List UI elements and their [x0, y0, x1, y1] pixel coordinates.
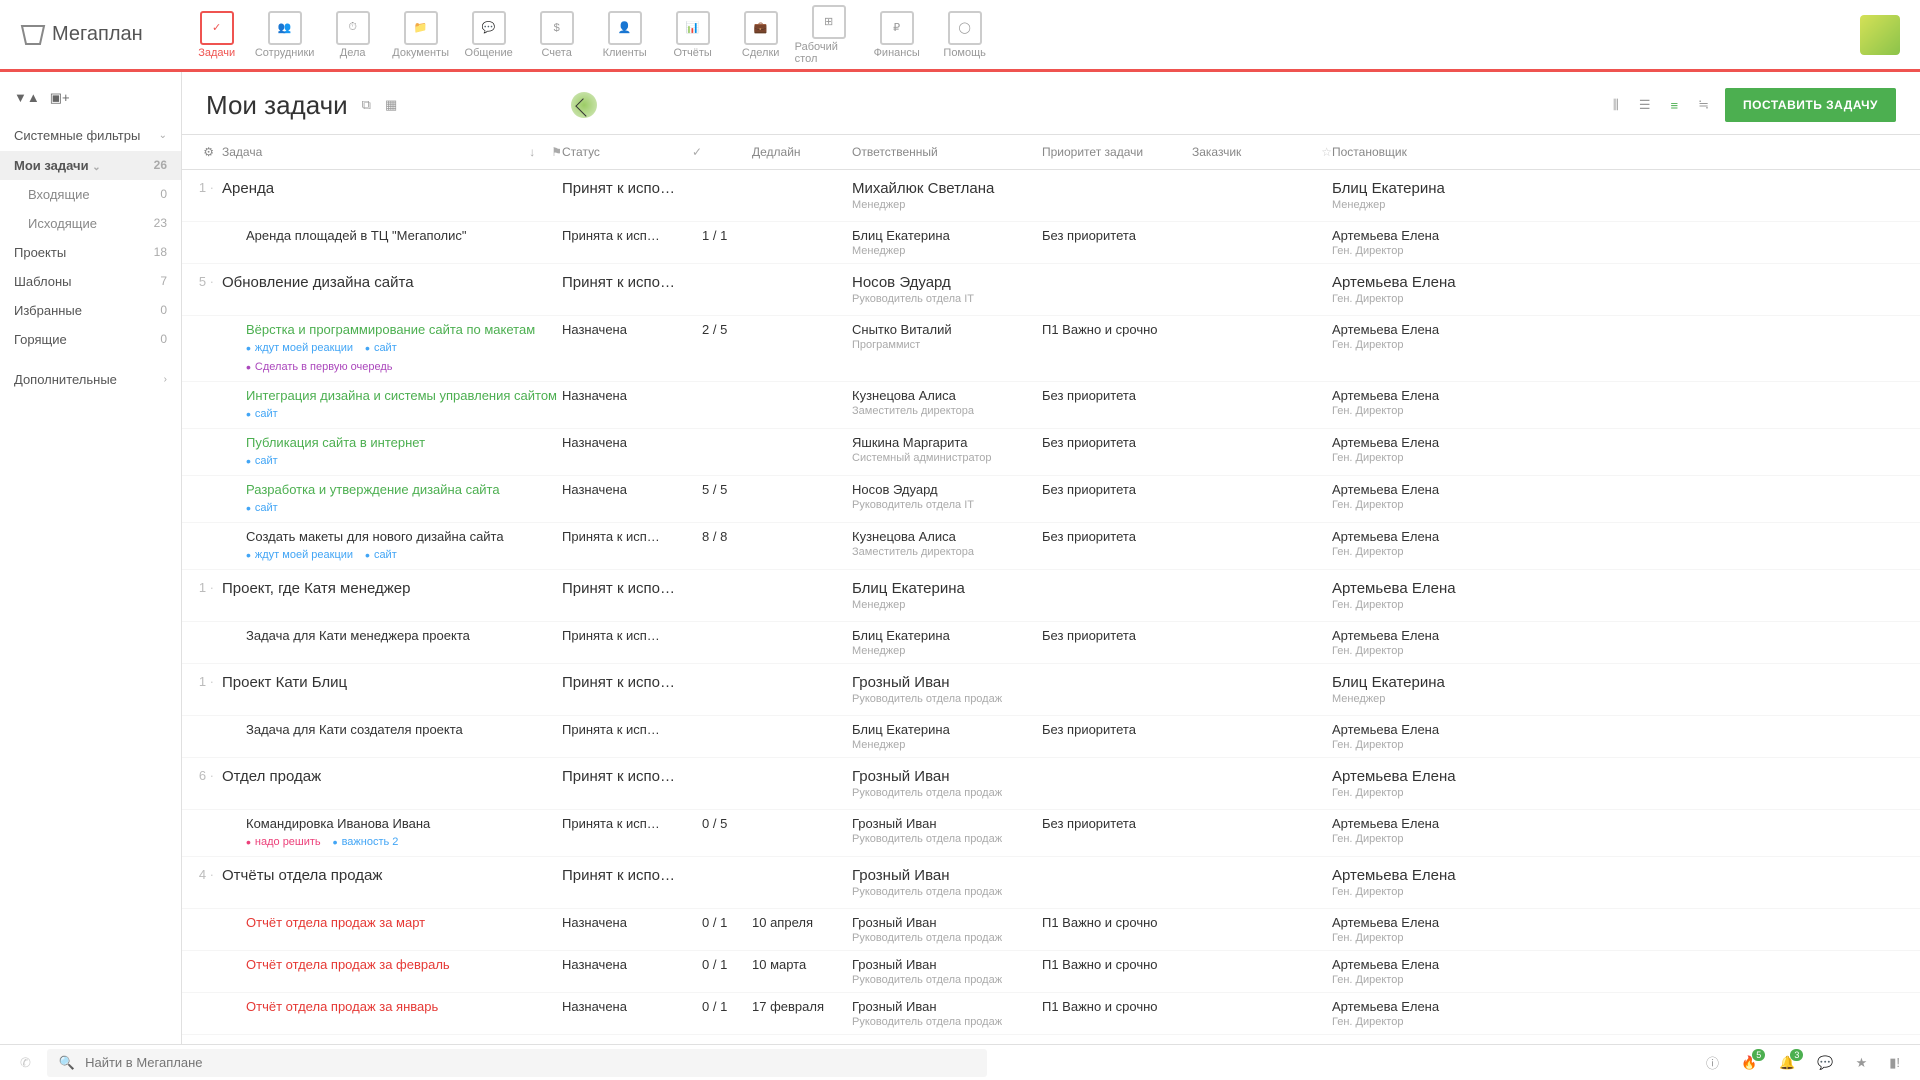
nav-Дела[interactable]: ⏱Дела [319, 5, 387, 65]
fire-icon[interactable]: 🔥5 [1741, 1055, 1757, 1071]
table-row[interactable]: 4 ·Отчёты отдела продажПринят к испо…Гро… [182, 857, 1920, 909]
table-row[interactable]: 1 ·Проект, где Катя менеджерПринят к исп… [182, 570, 1920, 622]
avatar[interactable] [1860, 15, 1900, 55]
search-icon: 🔍 [59, 1055, 75, 1071]
view-tree-icon[interactable]: ≡ [1667, 94, 1683, 117]
nav-Документы[interactable]: 📁Документы [387, 5, 455, 65]
topbar: Мегаплан ✓Задачи👥Сотрудники⏱Дела📁Докумен… [0, 0, 1920, 72]
chat-icon[interactable]: 💬 [1817, 1055, 1833, 1071]
table-row[interactable]: Публикация сайта в интернетсайтНазначена… [182, 429, 1920, 476]
main-nav: ✓Задачи👥Сотрудники⏱Дела📁Документы💬Общени… [183, 5, 999, 65]
feedback-icon[interactable]: ▮! [1889, 1055, 1900, 1071]
sidebar-item[interactable]: Шаблоны7 [0, 267, 181, 296]
nav-icon: 💼 [744, 11, 778, 45]
copy-icon[interactable]: ⧉ [362, 97, 371, 113]
nav-icon: 👥 [268, 11, 302, 45]
table-row[interactable]: Отчёт отдела продаж за январьНазначена0 … [182, 993, 1920, 1035]
info-icon[interactable]: ⓘ [1706, 1053, 1719, 1072]
table-row[interactable]: Интеграция дизайна и системы управления … [182, 382, 1920, 429]
table-row[interactable]: 1 ·АрендаПринят к испо…Михайлюк Светлана… [182, 170, 1920, 222]
excel-icon[interactable]: ▦ [385, 97, 397, 113]
table-row[interactable]: Отчёт отдела продаж за мартНазначена0 / … [182, 909, 1920, 951]
sidebar: ▼▲ ▣+ Системные фильтры⌄ Мои задачи ⌄26В… [0, 72, 182, 1044]
nav-icon: ₽ [880, 11, 914, 45]
col-customer[interactable]: Заказчик [1192, 145, 1241, 159]
col-responsible[interactable]: Ответственный [852, 145, 938, 159]
nav-Клиенты[interactable]: 👤Клиенты [591, 5, 659, 65]
nav-icon: ✓ [200, 11, 234, 45]
nav-icon: ⊞ [812, 5, 846, 39]
page-header: Мои задачи ⧉ ▦ ⫼ ☰ ≡ ≒ ПОСТАВИТЬ ЗАДАЧУ [182, 72, 1920, 134]
bottombar: ✆ 🔍 ⓘ 🔥5 🔔3 💬 ★ ▮! [0, 1044, 1920, 1080]
col-deadline[interactable]: Дедлайн [752, 145, 801, 159]
sidebar-item[interactable]: Входящие0 [0, 180, 181, 209]
table-row[interactable]: Отчёт отдела продаж за февральНазначена0… [182, 951, 1920, 993]
sidebar-item[interactable]: Исходящие23 [0, 209, 181, 238]
settings-icon[interactable]: ⚙ [203, 145, 214, 159]
sidebar-system-filters[interactable]: Системные фильтры⌄ [0, 120, 181, 151]
nav-Сделки[interactable]: 💼Сделки [727, 5, 795, 65]
cursor-marker [571, 92, 597, 118]
nav-Финансы[interactable]: ₽Финансы [863, 5, 931, 65]
col-setter[interactable]: Постановщик [1332, 145, 1407, 159]
star-icon: ☆ [1321, 145, 1332, 159]
add-filter-icon[interactable]: ▣+ [50, 90, 70, 106]
flag-icon[interactable]: ⚑ [551, 145, 562, 159]
sidebar-item[interactable]: Проекты18 [0, 238, 181, 267]
table-row[interactable]: 5 ·Обновление дизайна сайтаПринят к испо… [182, 264, 1920, 316]
search-input[interactable] [85, 1055, 975, 1070]
table-row[interactable]: Создать макеты для нового дизайна сайтаж… [182, 523, 1920, 570]
star-icon[interactable]: ★ [1856, 1055, 1868, 1071]
nav-icon: ◯ [948, 11, 982, 45]
sidebar-additional[interactable]: Дополнительные› [0, 364, 181, 395]
nav-icon: 💬 [472, 11, 506, 45]
chevron-down-icon: ⌄ [159, 130, 167, 141]
nav-icon: 📊 [676, 11, 710, 45]
sidebar-item[interactable]: Горящие0 [0, 325, 181, 354]
nav-Помощь[interactable]: ◯Помощь [931, 5, 999, 65]
col-priority[interactable]: Приоритет задачи [1042, 145, 1143, 159]
nav-Общение[interactable]: 💬Общение [455, 5, 523, 65]
nav-Счета[interactable]: $Счета [523, 5, 591, 65]
table-row[interactable]: Командировка Иванова Ивананадо решитьваж… [182, 810, 1920, 857]
filter-icon[interactable]: ▼▲ [14, 90, 40, 106]
sidebar-item[interactable]: Мои задачи ⌄26 [0, 151, 181, 180]
logo[interactable]: Мегаплан [20, 23, 143, 46]
table-header: ⚙ Задача ↓ ⚑ Статус ✓ Дедлайн Ответственный… [182, 134, 1920, 170]
table-row[interactable]: Аренда площадей в ТЦ "Мегаполис"Принята … [182, 222, 1920, 264]
view-list-icon[interactable]: ☰ [1635, 93, 1655, 117]
table-row[interactable]: 1 ·Проект Кати БлицПринят к испо…Грозный… [182, 664, 1920, 716]
task-table: ⚙ Задача ↓ ⚑ Статус ✓ Дедлайн Ответственный… [182, 134, 1920, 1044]
nav-Сотрудники[interactable]: 👥Сотрудники [251, 5, 319, 65]
search-box[interactable]: 🔍 [47, 1049, 987, 1077]
phone-icon[interactable]: ✆ [20, 1055, 31, 1071]
sort-icon[interactable]: ↓ [529, 145, 535, 159]
table-row[interactable]: 6 ·Отдел продажПринят к испо…Грозный Ива… [182, 758, 1920, 810]
col-status[interactable]: Статус [562, 145, 600, 159]
nav-icon: 📁 [404, 11, 438, 45]
nav-Рабочий стол[interactable]: ⊞Рабочий стол [795, 5, 863, 65]
nav-icon: 👤 [608, 11, 642, 45]
table-row[interactable]: Задача для Кати создателя проектаПринята… [182, 716, 1920, 758]
col-task[interactable]: Задача [222, 145, 262, 159]
nav-icon: ⏱ [336, 11, 370, 45]
nav-Отчёты[interactable]: 📊Отчёты [659, 5, 727, 65]
nav-Задачи[interactable]: ✓Задачи [183, 5, 251, 65]
table-row[interactable]: Вёрстка и программирование сайта по маке… [182, 316, 1920, 382]
create-task-button[interactable]: ПОСТАВИТЬ ЗАДАЧУ [1725, 88, 1896, 122]
nav-icon: $ [540, 11, 574, 45]
bell-icon[interactable]: 🔔3 [1779, 1055, 1795, 1071]
table-row[interactable]: Задача для Кати менеджера проектаПринята… [182, 622, 1920, 664]
view-columns-icon[interactable]: ⫼ [1609, 93, 1623, 117]
check-icon: ✓ [692, 145, 702, 159]
page-title: Мои задачи [206, 90, 348, 121]
view-gantt-icon[interactable]: ≒ [1694, 93, 1713, 117]
chevron-right-icon: › [164, 374, 167, 385]
table-row[interactable]: Разработка и утверждение дизайна сайтаса… [182, 476, 1920, 523]
sidebar-item[interactable]: Избранные0 [0, 296, 181, 325]
